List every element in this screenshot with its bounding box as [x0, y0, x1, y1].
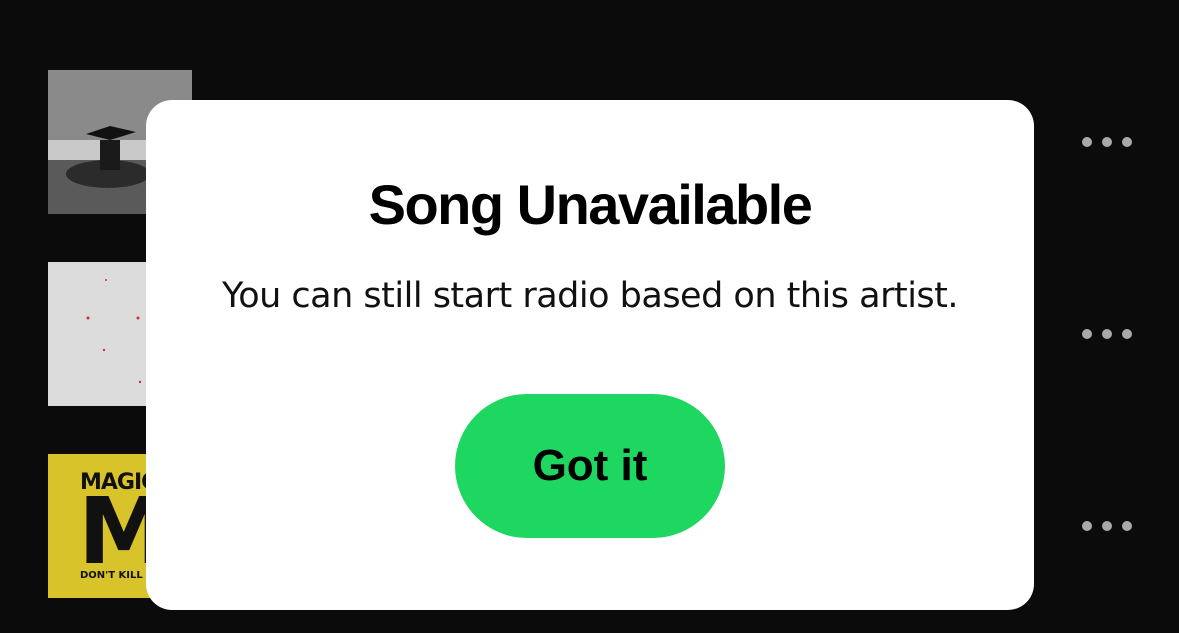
more-options-button[interactable]	[1082, 136, 1132, 148]
ellipsis-dot	[1122, 521, 1132, 531]
ellipsis-dot	[1122, 329, 1132, 339]
ellipsis-dot	[1122, 137, 1132, 147]
ellipsis-dot	[1102, 137, 1112, 147]
ellipsis-icon	[1082, 137, 1092, 147]
more-options-button[interactable]	[1082, 328, 1132, 340]
dialog-title: Song Unavailable	[368, 173, 813, 236]
more-options-button[interactable]	[1082, 520, 1132, 532]
song-unavailable-dialog: Song Unavailable You can still start rad…	[146, 100, 1034, 610]
dialog-message: You can still start radio based on this …	[221, 276, 959, 316]
ellipsis-icon	[1082, 329, 1092, 339]
ellipsis-dot	[1102, 521, 1112, 531]
ellipsis-icon	[1082, 521, 1092, 531]
got-it-button[interactable]: Got it	[455, 394, 725, 538]
ellipsis-dot	[1102, 329, 1112, 339]
